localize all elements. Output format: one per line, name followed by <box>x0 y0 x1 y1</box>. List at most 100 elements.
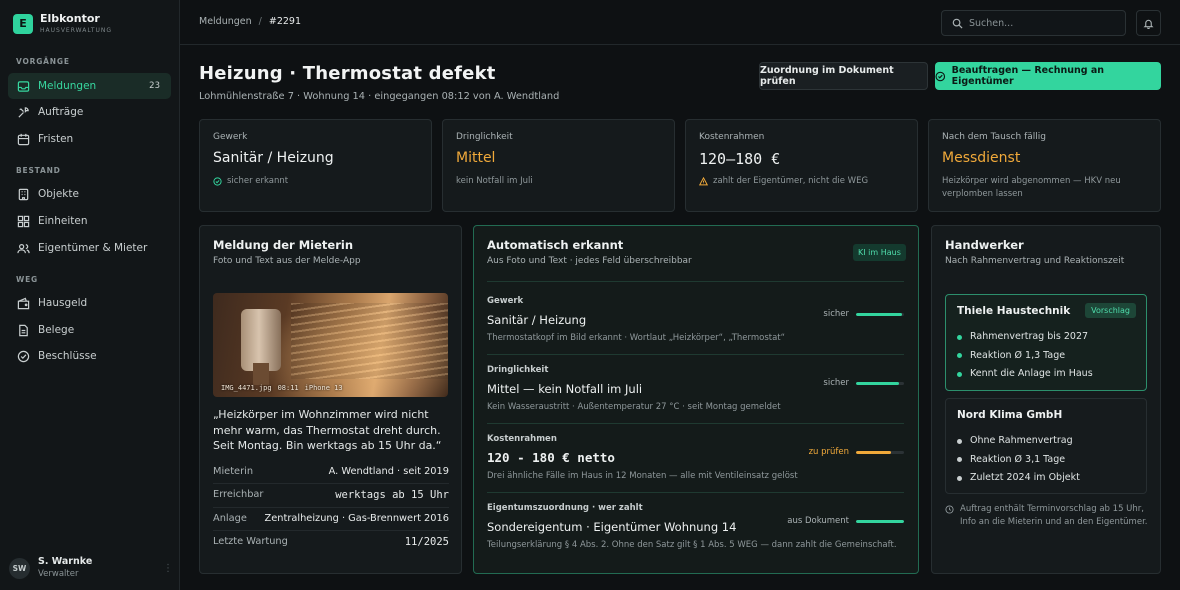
sidebar-item-hausgeld[interactable]: Hausgeld <box>8 290 171 316</box>
page-subtitle: Lohmühlenstraße 7 · Wohnung 14 · eingega… <box>199 91 560 102</box>
photo-device: iPhone 13 <box>304 384 343 392</box>
contractors-panel: Handwerker Nach Rahmenvertrag und Reakti… <box>931 225 1161 574</box>
stat-label: Kostenrahmen <box>699 132 765 142</box>
field-eigentumszuordnung[interactable]: Eigentumszuordnung · wer zahlt Sondereig… <box>487 503 904 551</box>
field-kostenrahmen[interactable]: Kostenrahmen 120 - 180 € netto Drei ähnl… <box>487 434 904 482</box>
field-gewerk[interactable]: Gewerk Sanitär / Heizung Thermostatkopf … <box>487 296 904 344</box>
warning-icon <box>699 177 708 186</box>
detail-row-erreichbar: Erreichbar werktags ab 15 Uhr <box>213 489 449 501</box>
breadcrumb-current: #2291 <box>268 16 301 27</box>
stat-value: Mittel <box>456 150 496 166</box>
thermostat-image <box>241 309 281 371</box>
user-name: S. Warnke <box>38 556 93 567</box>
panel-title: Handwerker <box>945 238 1024 252</box>
sidebar-item-einheiten[interactable]: Einheiten <box>8 208 171 234</box>
nav-section-title: WEG <box>16 275 38 284</box>
list-item: Reaktion Ø 3,1 Tage <box>957 451 1080 470</box>
commission-button[interactable]: Beauftragen — Rechnung an Eigentümer <box>935 62 1161 90</box>
auto-detected-panel: Automatisch erkannt Aus Foto und Text · … <box>473 225 919 574</box>
detail-key: Erreichbar <box>213 489 264 500</box>
grid-icon <box>17 215 30 227</box>
user-menu[interactable]: SW S. Warnke Verwalter ⋮ <box>9 555 173 581</box>
sidebar-item-label: Eigentümer & Mieter <box>38 242 148 254</box>
sidebar-item-auftraege[interactable]: Aufträge <box>8 99 171 125</box>
breadcrumb-separator: / <box>258 16 262 27</box>
sidebar-item-meldungen[interactable]: Meldungen 23 <box>8 73 171 99</box>
field-label: Dringlichkeit <box>487 365 549 375</box>
vendor-facts: Rahmenvertrag bis 2027 Reaktion Ø 1,3 Ta… <box>957 328 1093 384</box>
confidence-bar <box>856 519 904 523</box>
breadcrumb-meldungen[interactable]: Meldungen <box>199 16 252 27</box>
nav-section-title: VORGÄNGE <box>16 57 70 66</box>
confidence-bar <box>856 450 891 454</box>
sidebar-item-label: Belege <box>38 324 75 336</box>
divider <box>213 507 449 508</box>
brand[interactable]: E Elbkontor HAUSVERWALTUNG <box>13 12 112 35</box>
page-title: Heizung · Thermostat defekt <box>199 63 496 84</box>
panel-subtitle: Aus Foto und Text · jedes Feld überschre… <box>487 256 692 266</box>
list-item: Zuletzt 2024 im Objekt <box>957 469 1080 488</box>
sidebar-item-label: Hausgeld <box>38 297 88 309</box>
report-panel: Meldung der Mieterin Foto und Text aus d… <box>199 225 462 574</box>
detail-row-wartung: Letzte Wartung 11/2025 <box>213 536 449 548</box>
vendor-card-thiele[interactable]: Thiele Haustechnik Vorschlag Rahmenvertr… <box>945 294 1147 391</box>
confidence-indicator: sicher <box>823 378 904 388</box>
divider <box>213 530 449 531</box>
stat-value: Sanitär / Heizung <box>213 150 334 166</box>
user-role: Verwalter <box>38 569 79 579</box>
field-dringlichkeit[interactable]: Dringlichkeit Mittel — kein Notfall im J… <box>487 365 904 413</box>
bell-icon <box>1143 19 1154 29</box>
search-box[interactable] <box>941 10 1126 36</box>
topbar: Meldungen / #2291 <box>180 0 1180 45</box>
confidence-indicator: sicher <box>823 309 904 319</box>
sidebar-item-label: Meldungen <box>38 80 97 92</box>
confidence-label: sicher <box>823 378 849 388</box>
detail-value: 11/2025 <box>404 536 449 548</box>
check-circle-icon <box>213 177 222 186</box>
stat-note-text: sicher erkannt <box>227 176 289 186</box>
field-note: Drei ähnliche Fälle im Haus in 12 Monate… <box>487 471 798 481</box>
stat-note: kein Notfall im Juli <box>456 176 533 186</box>
sidebar-item-fristen[interactable]: Fristen <box>8 126 171 152</box>
more-icon[interactable]: ⋮ <box>163 563 173 574</box>
confidence-bar <box>856 381 900 385</box>
suggestion-badge: Vorschlag <box>1085 303 1136 318</box>
report-photo[interactable]: IMG_4471.jpg 08:11 iPhone 13 <box>213 293 448 397</box>
detail-value: werktags ab 15 Uhr <box>335 489 449 501</box>
sidebar-item-belege[interactable]: Belege <box>8 317 171 343</box>
stat-note-text: zahlt der Eigentümer, nicht die WEG <box>713 176 869 186</box>
check-assignment-button[interactable]: Zuordnung im Dokument prüfen <box>759 62 928 90</box>
list-item: Ohne Rahmenvertrag <box>957 432 1080 451</box>
panel-subtitle: Nach Rahmenvertrag und Reaktionszeit <box>945 256 1125 266</box>
detail-row-mieterin: Mieterin A. Wendtland · seit 2019 <box>213 466 449 477</box>
sidebar-item-label: Fristen <box>38 133 74 145</box>
sidebar-item-eigentuemer-mieter[interactable]: Eigentümer & Mieter <box>8 235 171 261</box>
sidebar: E Elbkontor HAUSVERWALTUNG VORGÄNGE Meld… <box>0 0 180 590</box>
field-label: Kostenrahmen <box>487 434 557 444</box>
sidebar-item-label: Einheiten <box>38 215 88 227</box>
confidence-indicator: zu prüfen <box>809 447 904 457</box>
sidebar-item-beschluesse[interactable]: Beschlüsse <box>8 343 171 369</box>
search-icon <box>952 18 963 29</box>
vendor-card-nord-klima[interactable]: Nord Klima GmbH Ohne Rahmenvertrag Reakt… <box>945 398 1147 494</box>
divider <box>487 423 904 424</box>
sidebar-item-label: Objekte <box>38 188 79 200</box>
vendor-name: Thiele Haustechnik <box>957 305 1071 317</box>
divider <box>213 483 449 484</box>
check-circle-icon <box>935 71 946 81</box>
divider <box>487 281 904 282</box>
search-input[interactable] <box>969 17 1109 29</box>
field-note: Teilungserklärung § 4 Abs. 2. Ohne den S… <box>487 540 897 550</box>
divider <box>487 354 904 355</box>
sidebar-item-label: Aufträge <box>38 106 84 118</box>
notifications-button[interactable] <box>1136 10 1161 36</box>
sidebar-item-objekte[interactable]: Objekte <box>8 181 171 207</box>
stat-card-dringlichkeit: Dringlichkeit Mittel kein Notfall im Jul… <box>442 119 675 212</box>
tools-icon <box>18 106 29 118</box>
nav-section-title: BESTAND <box>16 166 61 175</box>
panel-subtitle: Foto und Text aus der Melde-App <box>213 256 361 266</box>
confidence-bar <box>856 312 902 316</box>
document-icon <box>19 324 28 336</box>
stat-note: sicher erkannt <box>213 175 423 188</box>
list-item: Rahmenvertrag bis 2027 <box>957 328 1093 347</box>
